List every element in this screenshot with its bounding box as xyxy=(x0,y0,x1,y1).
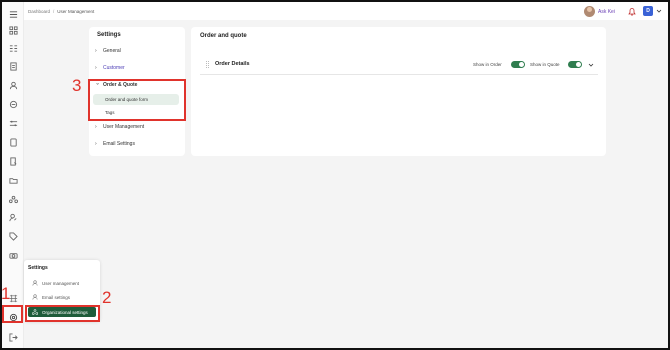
breadcrumb: Dashboard / User Management xyxy=(28,9,94,14)
annotation-number-1: 1 xyxy=(1,284,11,303)
document-icon[interactable] xyxy=(8,61,18,71)
user-settings-icon xyxy=(32,280,38,286)
grid-icon[interactable] xyxy=(8,43,18,53)
show-in-order-label: Show in Order xyxy=(473,62,502,67)
chevron-right-icon: › xyxy=(95,141,97,147)
show-in-order-toggle[interactable] xyxy=(511,61,525,68)
settings-title: Settings xyxy=(97,32,121,38)
annotation-box-3 xyxy=(88,79,186,121)
drag-handle-icon[interactable] xyxy=(206,61,209,68)
order-details-label: Order Details xyxy=(215,61,250,67)
folder-icon[interactable] xyxy=(8,175,18,185)
breadcrumb-separator: / xyxy=(53,9,55,14)
popup-item-email-settings[interactable]: Email settings xyxy=(28,292,96,302)
annotation-box-1 xyxy=(2,305,23,323)
chevron-down-icon[interactable] xyxy=(656,8,662,14)
chevron-down-icon[interactable] xyxy=(588,62,594,68)
content-panel: Order and quote Order Details Show in Or… xyxy=(191,27,606,156)
annotation-number-3: 3 xyxy=(72,76,82,95)
popup-title: Settings xyxy=(28,265,48,271)
settings-item-email-settings[interactable]: › Email Settings xyxy=(95,141,135,147)
annotation-number-2: 2 xyxy=(102,288,112,307)
settings-item-general[interactable]: › General xyxy=(95,48,121,54)
sliders-icon[interactable] xyxy=(8,118,18,128)
file-icon[interactable] xyxy=(8,137,18,147)
page-title: Order and quote xyxy=(200,33,247,39)
show-in-quote-label: Show in Quote xyxy=(530,62,560,67)
settings-item-label: Customer xyxy=(103,65,125,71)
layers-icon[interactable] xyxy=(8,99,18,109)
org-chart-icon[interactable] xyxy=(8,194,18,204)
home-icon[interactable] xyxy=(8,25,18,35)
logout-icon[interactable] xyxy=(8,332,18,342)
show-in-quote-toggle[interactable] xyxy=(568,61,582,68)
user-edit-icon[interactable] xyxy=(8,212,18,222)
tag-icon[interactable] xyxy=(8,231,18,241)
order-details-row: Order Details Show in Order Show in Quot… xyxy=(200,55,598,75)
settings-item-user-management[interactable]: › User Management xyxy=(95,124,144,130)
settings-item-label: User Management xyxy=(103,124,145,130)
bell-icon[interactable] xyxy=(628,7,636,16)
settings-item-label: General xyxy=(103,48,121,54)
camera-icon[interactable] xyxy=(8,250,18,260)
settings-item-label: Email Settings xyxy=(103,141,135,147)
chevron-right-icon: › xyxy=(95,48,97,54)
upload-icon[interactable] xyxy=(8,156,18,166)
popup-item-user-management[interactable]: User management xyxy=(28,278,96,288)
settings-item-customer[interactable]: › Customer xyxy=(95,65,125,71)
chevron-right-icon: › xyxy=(95,65,97,71)
top-bar: Dashboard / User Management Ask Kei D xyxy=(24,2,668,20)
user-icon[interactable] xyxy=(8,80,18,90)
avatar[interactable] xyxy=(584,6,595,17)
annotation-box-2 xyxy=(25,305,100,322)
chevron-right-icon: › xyxy=(95,124,97,130)
breadcrumb-root[interactable]: Dashboard xyxy=(28,9,50,14)
user-mail-icon xyxy=(32,294,38,300)
breadcrumb-current: User Management xyxy=(57,9,95,14)
popup-item-label: Email settings xyxy=(42,294,71,300)
user-name[interactable]: Ask Kei xyxy=(598,9,615,15)
menu-icon[interactable] xyxy=(8,9,18,19)
popup-item-label: User management xyxy=(42,280,80,286)
account-badge[interactable]: D xyxy=(643,6,653,16)
